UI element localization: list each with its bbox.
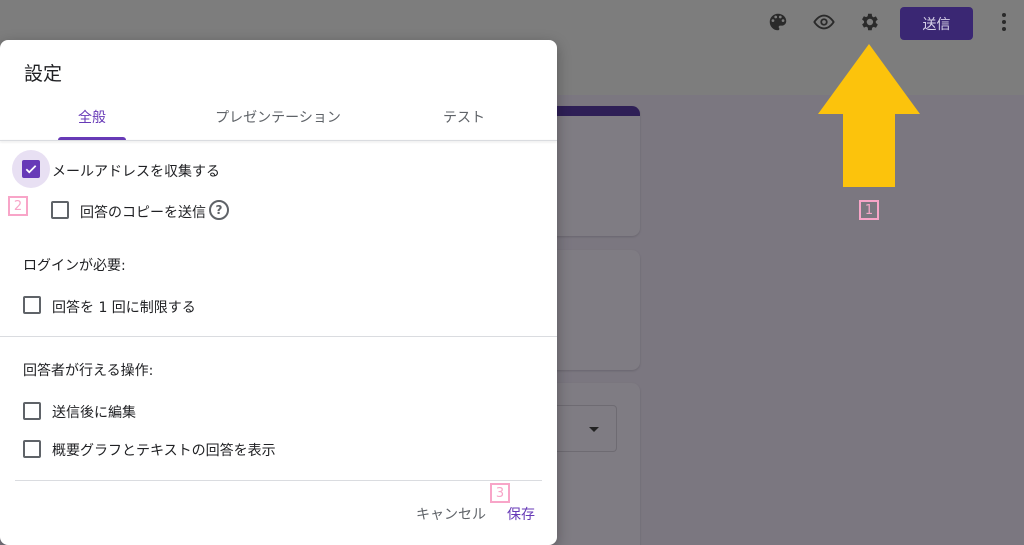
footer-divider [15,480,542,481]
settings-dialog: 設定 全般 プレゼンテーション テスト メールアドレスを収集する 回答のコピーを… [0,40,557,545]
limit-one-checkbox[interactable] [23,296,41,314]
cancel-button[interactable]: キャンセル [416,504,486,524]
send-button[interactable]: 送信 [900,7,973,40]
help-icon[interactable]: ? [209,200,229,220]
eye-icon[interactable] [812,10,836,34]
view-summary-checkbox[interactable] [23,440,41,458]
step-marker-2: 2 [8,196,28,216]
send-copy-label: 回答のコピーを送信 [80,205,206,221]
arrow-annotation-head [818,44,920,114]
collect-email-checkbox[interactable] [22,160,40,178]
palette-icon[interactable] [766,10,790,34]
section-divider [0,336,557,337]
collect-email-label: メールアドレスを収集する [52,164,220,180]
step-marker-1: 1 [859,200,879,220]
step-marker-3: 3 [490,483,510,503]
edit-after-label: 送信後に編集 [52,405,136,421]
edit-after-checkbox[interactable] [23,402,41,420]
save-button[interactable]: 保存 [507,504,535,524]
send-copy-checkbox[interactable] [51,201,69,219]
limit-one-label: 回答を 1 回に制限する [52,300,196,316]
tab-presentation[interactable]: プレゼンテーション [200,107,356,127]
more-vert-icon[interactable] [992,10,1016,34]
login-section-title: ログインが必要: [23,258,126,274]
gear-icon[interactable] [857,10,881,34]
arrow-annotation-shaft [843,113,895,187]
tab-test[interactable]: テスト [420,107,508,127]
view-summary-label: 概要グラフとテキストの回答を表示 [52,443,276,459]
dropdown-arrow-icon [589,427,599,432]
dialog-title: 設定 [24,63,63,85]
tab-divider [0,140,557,141]
respondent-section-title: 回答者が行える操作: [23,363,154,379]
tab-general[interactable]: 全般 [58,107,126,127]
